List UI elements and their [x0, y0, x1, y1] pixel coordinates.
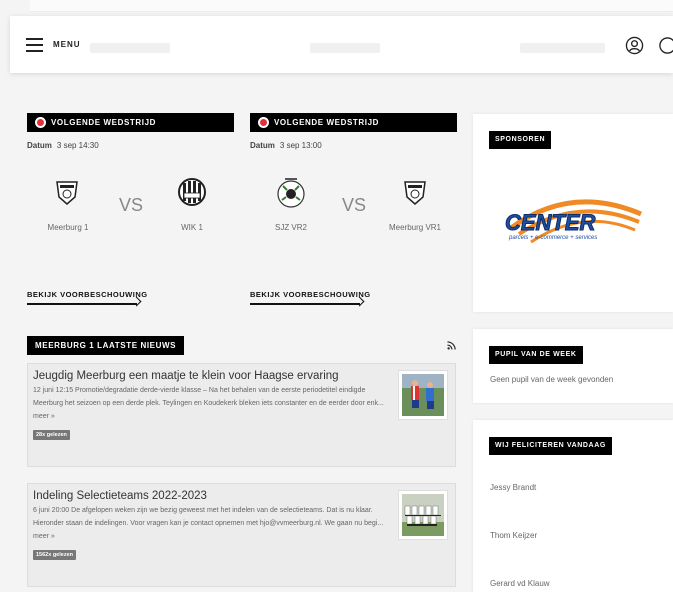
rss-icon[interactable]: [447, 341, 456, 350]
preview-underline: [250, 303, 360, 305]
birthday-name[interactable]: Thom Keijzer: [490, 531, 537, 540]
site-header: MENU: [10, 16, 673, 73]
preview-underline: [27, 303, 137, 305]
search-icon[interactable]: [658, 36, 673, 55]
birthday-name[interactable]: Jessy Brandt: [490, 483, 536, 492]
sponsors-card: SPONSOREN CENTER parcels + e-commerce + …: [473, 114, 673, 312]
next-match-card: VOLGENDE WEDSTRIJD Datum 3 sep 14:30 VS M…: [27, 113, 234, 313]
pupil-label: PUPIL VAN DE WEEK: [489, 346, 583, 364]
wik-crest-icon: [178, 178, 206, 206]
live-dot-icon: [258, 117, 269, 128]
pupil-empty-text: Geen pupil van de week gevonden: [490, 375, 614, 384]
versus-text: VS: [342, 195, 367, 215]
team-photo-image: [402, 494, 444, 536]
congrats-label: WIJ FELICITEREN VANDAAG: [489, 437, 612, 455]
away-team-name: Meerburg VR1: [388, 223, 442, 232]
meerburg-crest-icon: [404, 181, 426, 205]
sponsor-logo-text: CENTER: [505, 210, 596, 235]
next-match-card: VOLGENDE WEDSTRIJD Datum 3 sep 13:00 VS S…: [250, 113, 457, 313]
home-team-name: SJZ VR2: [274, 223, 307, 232]
view-preview-link[interactable]: BEKIJK VOORBESCHOUWING: [250, 290, 371, 299]
versus-text: VS: [119, 195, 144, 215]
read-count-badge: 28x gelezen: [33, 430, 70, 440]
sponsor-logo[interactable]: CENTER parcels + e-commerce + services: [501, 194, 643, 256]
next-match-label: VOLGENDE WEDSTRIJD: [27, 113, 234, 132]
away-team-name: WIK 1: [181, 223, 203, 232]
football-players-image: [402, 374, 444, 416]
sponsors-label: SPONSOREN: [489, 131, 552, 149]
user-icon[interactable]: [625, 36, 644, 55]
read-more-link[interactable]: meer »: [33, 533, 55, 540]
read-count-badge: 1562x gelezen: [33, 550, 76, 560]
menu-label[interactable]: MENU: [53, 40, 81, 49]
header-ghost-text: [90, 43, 170, 53]
news-thumbnail[interactable]: [398, 370, 448, 420]
birthday-name[interactable]: Gerard vd Klauw: [490, 579, 550, 588]
match-date: Datum 3 sep 13:00: [250, 141, 322, 150]
header-ghost-text: [310, 43, 380, 53]
news-excerpt: 12 juni 12:15 Promotie/degradatie derde-…: [33, 387, 384, 420]
news-title[interactable]: Indeling Selectieteams 2022-2023: [33, 490, 449, 502]
birthdays-card: WIJ FELICITEREN VANDAAG Jessy Brandt Tho…: [473, 420, 673, 592]
news-title[interactable]: Jeugdig Meerburg een maatje te klein voo…: [33, 370, 449, 382]
sponsor-tagline: parcels + e-commerce + services: [508, 235, 597, 241]
next-match-label: VOLGENDE WEDSTRIJD: [250, 113, 457, 132]
news-item[interactable]: Jeugdig Meerburg een maatje te klein voo…: [27, 363, 456, 467]
news-thumbnail[interactable]: [398, 490, 448, 540]
top-strip: [30, 0, 673, 12]
sjz-crest-icon: [277, 178, 305, 208]
header-ghost-text: [520, 43, 605, 53]
match-date: Datum 3 sep 14:30: [27, 141, 99, 150]
read-more-link[interactable]: meer »: [33, 413, 55, 420]
home-team-name: Meerburg 1: [47, 223, 89, 232]
meerburg-crest-icon: [56, 181, 78, 205]
news-item[interactable]: Indeling Selectieteams 2022-2023 6 juni …: [27, 483, 456, 587]
live-dot-icon: [35, 117, 46, 128]
view-preview-link[interactable]: BEKIJK VOORBESCHOUWING: [27, 290, 148, 299]
pupil-card: PUPIL VAN DE WEEK Geen pupil van de week…: [473, 329, 673, 403]
hamburger-icon[interactable]: [26, 38, 43, 52]
news-section-label: MEERBURG 1 LAATSTE NIEUWS: [27, 336, 185, 355]
news-excerpt: 6 juni 20:00 De afgelopen weken zijn we …: [33, 507, 384, 540]
